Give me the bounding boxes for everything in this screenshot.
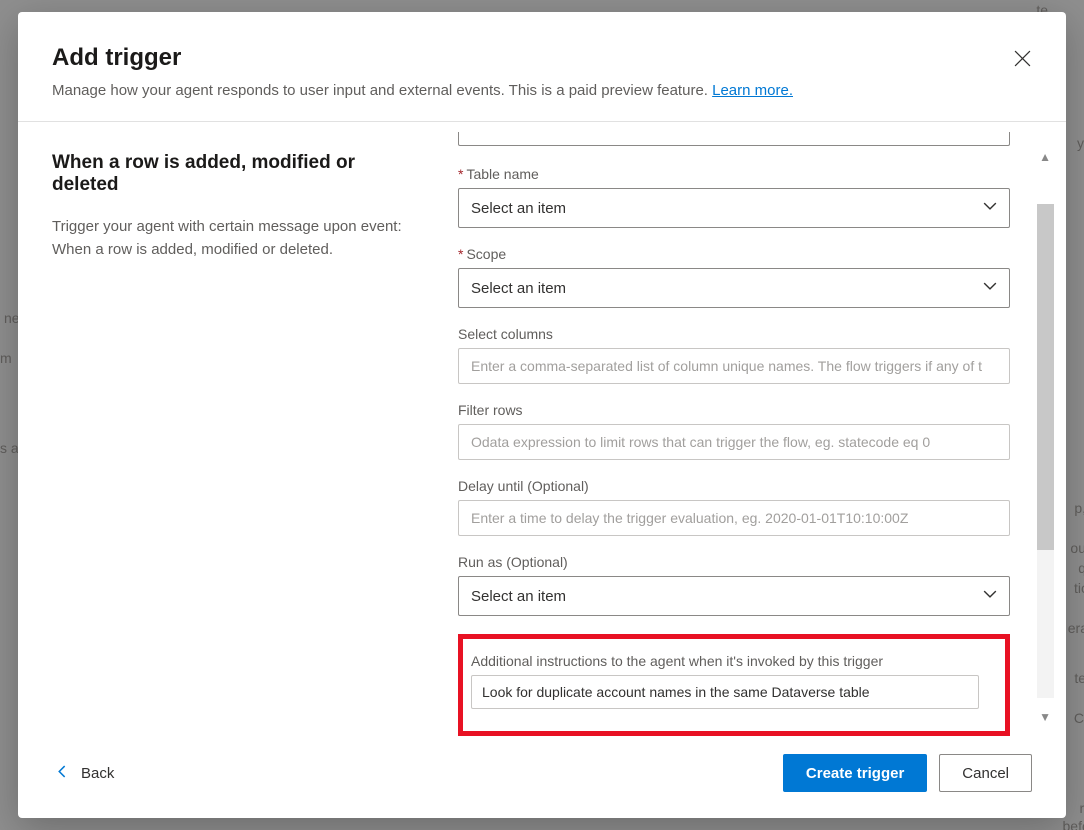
back-button-label: Back [81,765,114,782]
left-panel: When a row is added, modified or deleted… [18,122,448,738]
trigger-description: Trigger your agent with certain message … [52,216,414,261]
label-additional-instructions: Additional instructions to the agent whe… [471,653,979,669]
trigger-name-title: When a row is added, modified or deleted [52,152,414,196]
footer-actions: Create trigger Cancel [783,754,1032,792]
partial-field-top[interactable] [458,132,1010,146]
select-scope-value: Select an item [471,280,566,297]
back-button[interactable]: Back [52,759,118,788]
label-table-name: *Table name [458,166,1010,182]
label-text-scope: Scope [466,246,506,262]
select-table-name[interactable]: Select an item [458,188,1010,228]
right-panel: *Table name Select an item *Scope Select… [448,122,1066,738]
label-run-as: Run as (Optional) [458,554,1010,570]
modal-subtitle: Manage how your agent responds to user i… [52,80,1032,101]
modal-body: When a row is added, modified or deleted… [18,122,1066,738]
label-text-table-name: Table name [466,166,538,182]
add-trigger-modal: Add trigger Manage how your agent respon… [18,12,1066,818]
chevron-down-icon [983,279,997,297]
select-table-name-value: Select an item [471,200,566,217]
form-group-select-columns: Select columns [458,326,1010,384]
chevron-left-icon [56,765,69,782]
form-group-filter-rows: Filter rows [458,402,1010,460]
close-button[interactable] [1008,46,1036,74]
form-group-table-name: *Table name Select an item [458,166,1010,228]
create-trigger-button[interactable]: Create trigger [783,754,927,792]
form-group-delay-until: Delay until (Optional) [458,478,1010,536]
scroll-down-icon[interactable] [1039,710,1051,724]
label-delay-until: Delay until (Optional) [458,478,1010,494]
label-scope: *Scope [458,246,1010,262]
highlighted-instructions-section: Additional instructions to the agent whe… [458,634,1010,736]
select-run-as[interactable]: Select an item [458,576,1010,616]
input-filter-rows[interactable] [458,424,1010,460]
cancel-button[interactable]: Cancel [939,754,1032,792]
subtitle-text: Manage how your agent responds to user i… [52,82,712,99]
label-filter-rows: Filter rows [458,402,1010,418]
scroll-up-icon[interactable] [1039,150,1051,164]
required-indicator: * [458,166,463,182]
scrollbar-track[interactable] [1037,204,1054,698]
close-icon [1014,50,1031,70]
chevron-down-icon [983,199,997,217]
modal-header: Add trigger Manage how your agent respon… [18,12,1066,122]
modal-title: Add trigger [52,44,1032,72]
select-run-as-value: Select an item [471,588,566,605]
required-indicator: * [458,246,463,262]
label-select-columns: Select columns [458,326,1010,342]
input-select-columns[interactable] [458,348,1010,384]
scrollbar-thumb[interactable] [1037,204,1054,550]
select-scope[interactable]: Select an item [458,268,1010,308]
form-group-run-as: Run as (Optional) Select an item [458,554,1010,616]
chevron-down-icon [983,587,997,605]
form-group-scope: *Scope Select an item [458,246,1010,308]
input-additional-instructions[interactable] [471,675,979,709]
input-delay-until[interactable] [458,500,1010,536]
learn-more-link[interactable]: Learn more. [712,82,793,99]
modal-footer: Back Create trigger Cancel [18,738,1066,818]
